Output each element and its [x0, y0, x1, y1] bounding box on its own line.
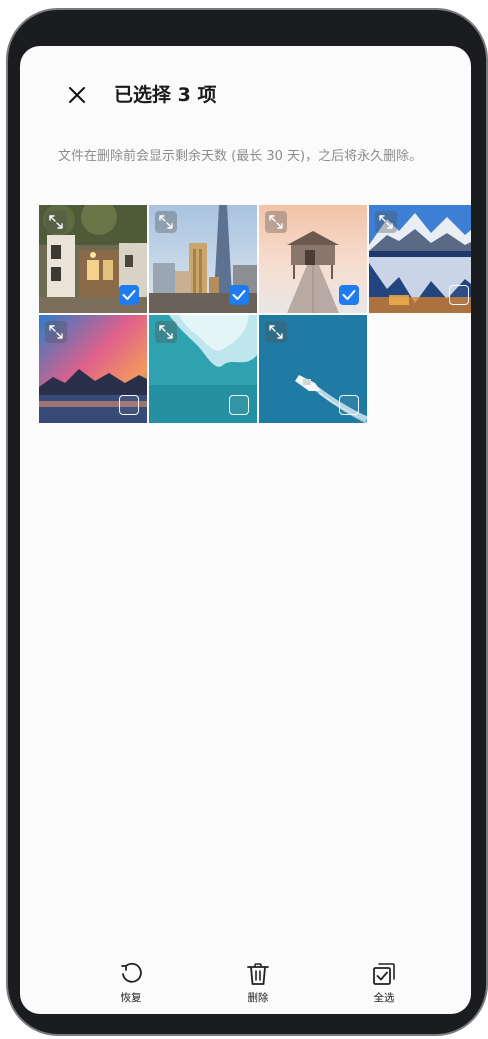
deletion-notice: 文件在删除前会显示剩余天数 (最长 30 天)，之后将永久删除。 — [58, 149, 423, 164]
photo-thumbnail-mountain-lake[interactable] — [369, 205, 471, 313]
photo-thumbnail-street-house[interactable] — [39, 205, 147, 313]
photo-thumbnail-boat-sea[interactable] — [259, 315, 367, 423]
selection-checkbox[interactable] — [339, 395, 359, 415]
select-all-label: 全选 — [373, 992, 395, 1004]
expand-icon — [379, 215, 393, 229]
page-title: 已选择 3 项 — [114, 84, 217, 106]
expand-button[interactable] — [155, 211, 177, 233]
expand-button[interactable] — [45, 321, 67, 343]
checkmark-icon — [122, 290, 136, 300]
restore-icon — [121, 962, 142, 983]
photo-thumbnail-sunset-lake[interactable] — [39, 315, 147, 423]
delete-label: 删除 — [247, 992, 269, 1004]
expand-button[interactable] — [155, 321, 177, 343]
selection-checkbox[interactable] — [229, 395, 249, 415]
selection-checkbox[interactable] — [119, 395, 139, 415]
select-all-button[interactable]: 全选 — [354, 961, 414, 1005]
restore-button[interactable]: 恢复 — [101, 961, 161, 1005]
expand-icon — [49, 215, 63, 229]
selection-checkbox[interactable] — [339, 285, 359, 305]
expand-icon — [269, 325, 283, 339]
photo-thumbnail-city-skyline[interactable] — [149, 205, 257, 313]
close-button[interactable] — [64, 82, 90, 108]
phone-frame: 已选择 3 项 文件在删除前会显示剩余天数 (最长 30 天)，之后将永久删除。 — [6, 8, 488, 1036]
checkmark-icon — [342, 290, 356, 300]
bottom-action-bar: 恢复 删除 全选 — [20, 951, 471, 1014]
trash-icon — [247, 963, 269, 985]
selection-checkbox[interactable] — [229, 285, 249, 305]
expand-icon — [159, 215, 173, 229]
expand-button[interactable] — [45, 211, 67, 233]
expand-button[interactable] — [265, 321, 287, 343]
selection-checkbox[interactable] — [119, 285, 139, 305]
expand-icon — [269, 215, 283, 229]
expand-button[interactable] — [265, 211, 287, 233]
expand-icon — [49, 325, 63, 339]
screen: 已选择 3 项 文件在删除前会显示剩余天数 (最长 30 天)，之后将永久删除。 — [20, 46, 471, 1014]
top-bar: 已选择 3 项 — [20, 46, 471, 146]
checkmark-icon — [232, 290, 246, 300]
delete-button[interactable]: 删除 — [228, 961, 288, 1005]
expand-icon — [159, 325, 173, 339]
photo-thumbnail-pier-hut[interactable] — [259, 205, 367, 313]
selection-checkbox[interactable] — [449, 285, 469, 305]
close-icon — [69, 87, 85, 103]
select-all-icon — [373, 963, 395, 985]
expand-button[interactable] — [375, 211, 397, 233]
restore-label: 恢复 — [120, 992, 142, 1004]
photo-thumbnail-glacier-water[interactable] — [149, 315, 257, 423]
